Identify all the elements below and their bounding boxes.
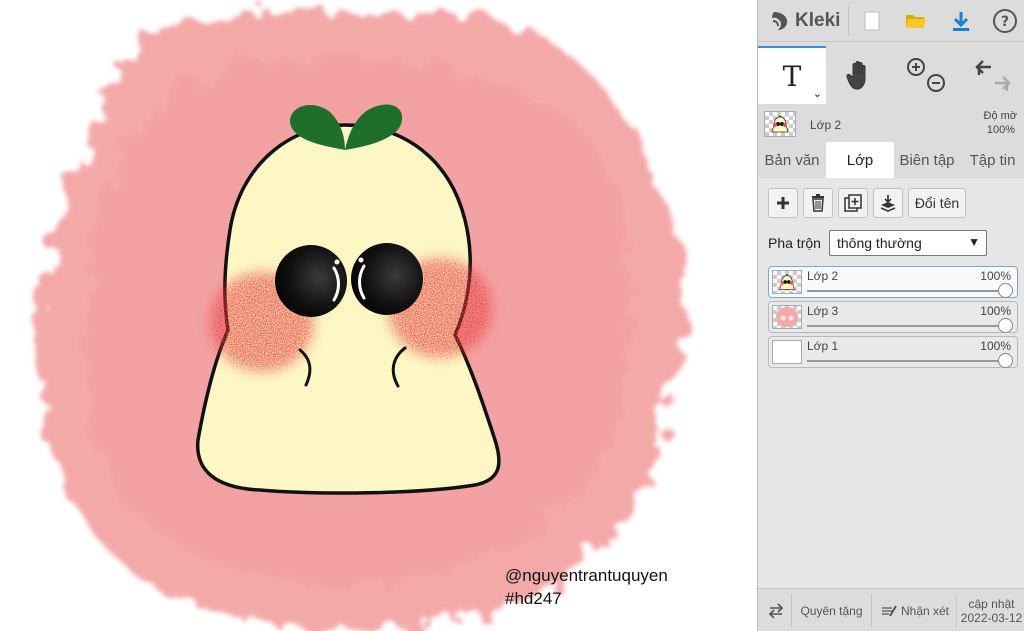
bottom-bar: Quyên tặng Nhận xét cập nhật 2022-03-12 bbox=[758, 588, 1024, 631]
layer-thumbnail bbox=[772, 305, 802, 329]
add-layer-button[interactable] bbox=[768, 188, 798, 218]
blend-mode-label: Pha trộn bbox=[768, 235, 821, 251]
opacity-slider-track[interactable] bbox=[807, 325, 1005, 327]
merge-down-icon bbox=[880, 195, 896, 212]
bottom-divider bbox=[791, 595, 792, 627]
active-layer-thumbnail bbox=[764, 111, 796, 137]
bottom-divider bbox=[871, 595, 872, 627]
rename-layer-button[interactable]: Đổi tên bbox=[908, 188, 966, 218]
panel-tabs: Bản văn Lớp Biên tập Tập tin bbox=[758, 142, 1024, 178]
open-folder-icon bbox=[906, 15, 926, 28]
opacity-slider-track[interactable] bbox=[807, 290, 1005, 292]
tab-edit[interactable]: Biên tập bbox=[894, 142, 960, 178]
undo-redo-icons[interactable] bbox=[969, 55, 1017, 95]
undo-redo-controls bbox=[960, 46, 1024, 104]
chevron-down-icon: ▼ bbox=[968, 235, 980, 249]
duplicate-layer-button[interactable] bbox=[838, 188, 868, 218]
changelog-link[interactable]: cập nhật 2022-03-12 bbox=[958, 589, 1024, 631]
new-file-icon bbox=[864, 11, 880, 31]
help-icon: ? bbox=[993, 9, 1017, 33]
kleki-app: @nguyentrantuquyen #hđ247 Kleki ? T ⌄ Lớ… bbox=[0, 0, 1024, 631]
side-panel: Kleki ? T ⌄ Lớp 2 Độ mờ 100% Bản văn Lớp… bbox=[757, 0, 1024, 631]
active-layer-name: Lớp 2 bbox=[810, 118, 842, 132]
plus-icon bbox=[777, 197, 789, 209]
watermark-hashtag: #hđ247 bbox=[505, 589, 562, 608]
feedback-label: Nhận xét bbox=[900, 603, 950, 618]
opacity-slider-handle[interactable] bbox=[998, 318, 1013, 333]
layer-row-3[interactable]: Lớp 3 100% bbox=[768, 301, 1018, 333]
hand-icon bbox=[846, 61, 866, 90]
blend-mode-value: thông thường bbox=[837, 235, 922, 251]
feedback-link[interactable]: Nhận xét bbox=[874, 589, 956, 631]
toolbar-divider bbox=[848, 6, 849, 36]
zoom-in-out-icons[interactable] bbox=[904, 55, 948, 95]
kleki-logo-icon bbox=[772, 12, 788, 30]
tab-text[interactable]: Bản văn bbox=[758, 142, 826, 178]
layer-opacity: 100% bbox=[980, 339, 1011, 353]
watermark-handle: @nguyentrantuquyen bbox=[505, 566, 668, 585]
new-file-button[interactable] bbox=[852, 0, 892, 42]
tab-file[interactable]: Tập tin bbox=[960, 142, 1024, 178]
trash-icon bbox=[812, 194, 824, 212]
layer-opacity: 100% bbox=[980, 304, 1011, 318]
kleki-logo[interactable]: Kleki bbox=[770, 8, 840, 34]
blend-mode-row: Pha trộn thông thường ▼ bbox=[768, 230, 1018, 256]
update-label: cập nhật bbox=[968, 596, 1015, 611]
opacity-slider-handle[interactable] bbox=[998, 353, 1013, 368]
delete-layer-button[interactable] bbox=[803, 188, 833, 218]
text-tool-button[interactable]: T ⌄ bbox=[758, 46, 826, 104]
duplicate-icon bbox=[844, 194, 862, 212]
donate-link[interactable]: Quyên tặng bbox=[794, 589, 869, 631]
drawing-canvas[interactable]: @nguyentrantuquyen #hđ247 bbox=[0, 0, 757, 631]
swap-panel-button[interactable] bbox=[764, 589, 788, 631]
layer-name: Lớp 3 bbox=[807, 304, 839, 318]
layer-row-2[interactable]: Lớp 2 100% bbox=[768, 266, 1018, 298]
thumbnail-art bbox=[779, 274, 795, 290]
layer-thumbnail bbox=[772, 340, 802, 364]
layer-opacity: 100% bbox=[980, 269, 1011, 283]
opacity-value: 100% bbox=[986, 124, 1015, 136]
tool-dropdown-caret[interactable]: ⌄ bbox=[813, 87, 822, 100]
top-bar: Kleki ? bbox=[758, 0, 1024, 42]
download-icon bbox=[953, 12, 969, 31]
swap-arrows-icon bbox=[768, 602, 784, 619]
layer-name: Lớp 1 bbox=[807, 339, 839, 353]
opacity-slider-track[interactable] bbox=[807, 360, 1005, 362]
tool-row: T ⌄ bbox=[758, 46, 1024, 104]
app-name: Kleki bbox=[795, 10, 841, 31]
hand-tool-button[interactable] bbox=[828, 46, 892, 104]
svg-text:?: ? bbox=[1001, 14, 1009, 30]
text-tool-icon: T bbox=[782, 59, 802, 93]
help-button[interactable]: ? bbox=[985, 0, 1024, 42]
opacity-slider-handle[interactable] bbox=[998, 283, 1013, 298]
download-button[interactable] bbox=[941, 0, 981, 42]
layer-name: Lớp 2 bbox=[807, 269, 839, 283]
canvas-artwork bbox=[38, 10, 685, 631]
layer-row-1[interactable]: Lớp 1 100% bbox=[768, 336, 1018, 368]
tab-layers[interactable]: Lớp bbox=[826, 142, 894, 178]
layer-thumbnail bbox=[772, 270, 802, 294]
update-date: 2022-03-12 bbox=[960, 610, 1023, 625]
feedback-icon bbox=[881, 604, 897, 617]
opacity-label: Độ mờ bbox=[983, 110, 1018, 122]
merge-down-button[interactable] bbox=[873, 188, 903, 218]
blend-mode-select[interactable]: thông thường ▼ bbox=[829, 230, 987, 256]
active-layer-info: Lớp 2 Độ mờ 100% bbox=[758, 106, 1024, 142]
open-file-button[interactable] bbox=[896, 0, 936, 42]
layers-panel: Đổi tên Pha trộn thông thường ▼ Lớp 2 10… bbox=[758, 178, 1024, 588]
thumbnail-art bbox=[771, 115, 789, 133]
thumbnail-art bbox=[776, 307, 798, 327]
zoom-controls bbox=[894, 46, 958, 104]
bottom-divider bbox=[956, 595, 957, 627]
